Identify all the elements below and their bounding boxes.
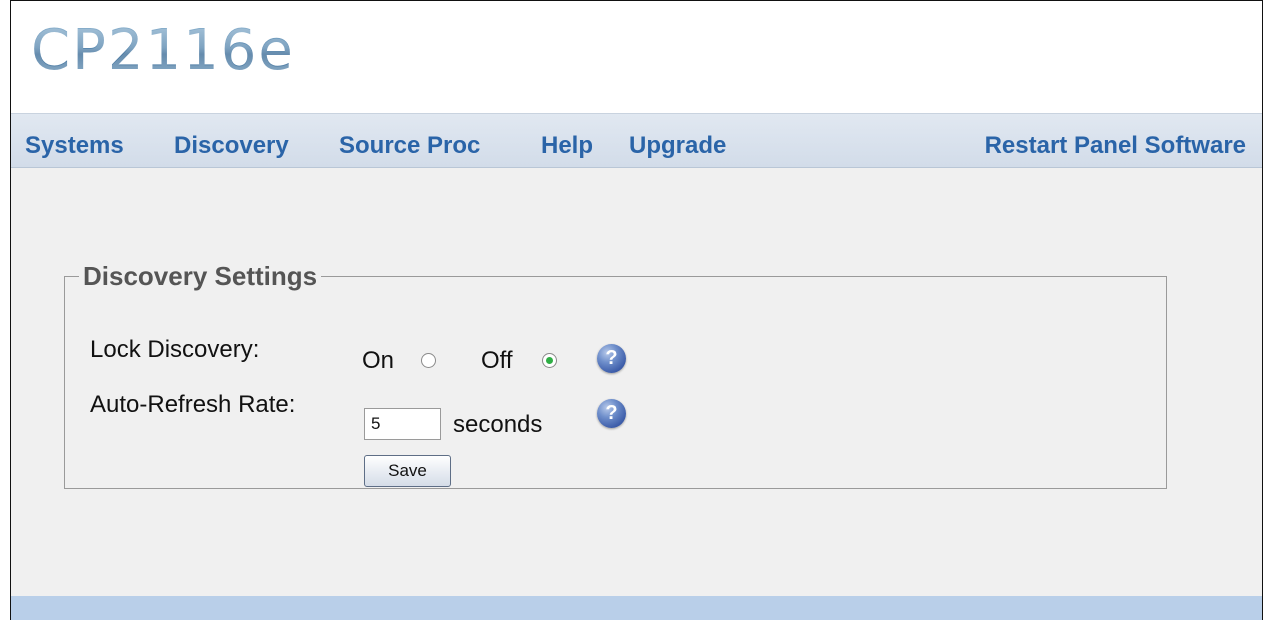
save-button[interactable]: Save (364, 455, 451, 487)
seconds-unit-label: seconds (453, 411, 543, 438)
lock-off-radio[interactable] (542, 353, 557, 368)
restart-panel-software-link[interactable]: Restart Panel Software (985, 132, 1246, 160)
auto-refresh-rate-input[interactable]: 5 (364, 408, 441, 440)
help-icon[interactable]: ? (597, 399, 626, 428)
nav-upgrade[interactable]: Upgrade (629, 132, 726, 160)
app-frame: CP2116e Systems Discovery Source Proc He… (10, 0, 1263, 620)
header: CP2116e (11, 1, 1262, 114)
footer-bar (11, 596, 1262, 620)
nav-discovery[interactable]: Discovery (174, 132, 289, 160)
nav-source-proc[interactable]: Source Proc (339, 132, 480, 160)
lock-on-radio[interactable] (421, 353, 436, 368)
main-nav: Systems Discovery Source Proc Help Upgra… (11, 114, 1262, 168)
help-icon[interactable]: ? (597, 344, 626, 373)
nav-systems[interactable]: Systems (25, 132, 124, 160)
lock-on-label: On (362, 347, 395, 374)
app-logo: CP2116e (31, 18, 295, 83)
nav-help[interactable]: Help (541, 132, 593, 160)
auto-refresh-rate-label: Auto-Refresh Rate: (90, 391, 296, 418)
discovery-settings-legend: Discovery Settings (83, 261, 318, 291)
lock-off-label: Off (481, 347, 513, 374)
discovery-settings-panel: Discovery Settings Lock Discovery: On Of… (64, 261, 1167, 489)
lock-discovery-label: Lock Discovery: (90, 336, 260, 363)
